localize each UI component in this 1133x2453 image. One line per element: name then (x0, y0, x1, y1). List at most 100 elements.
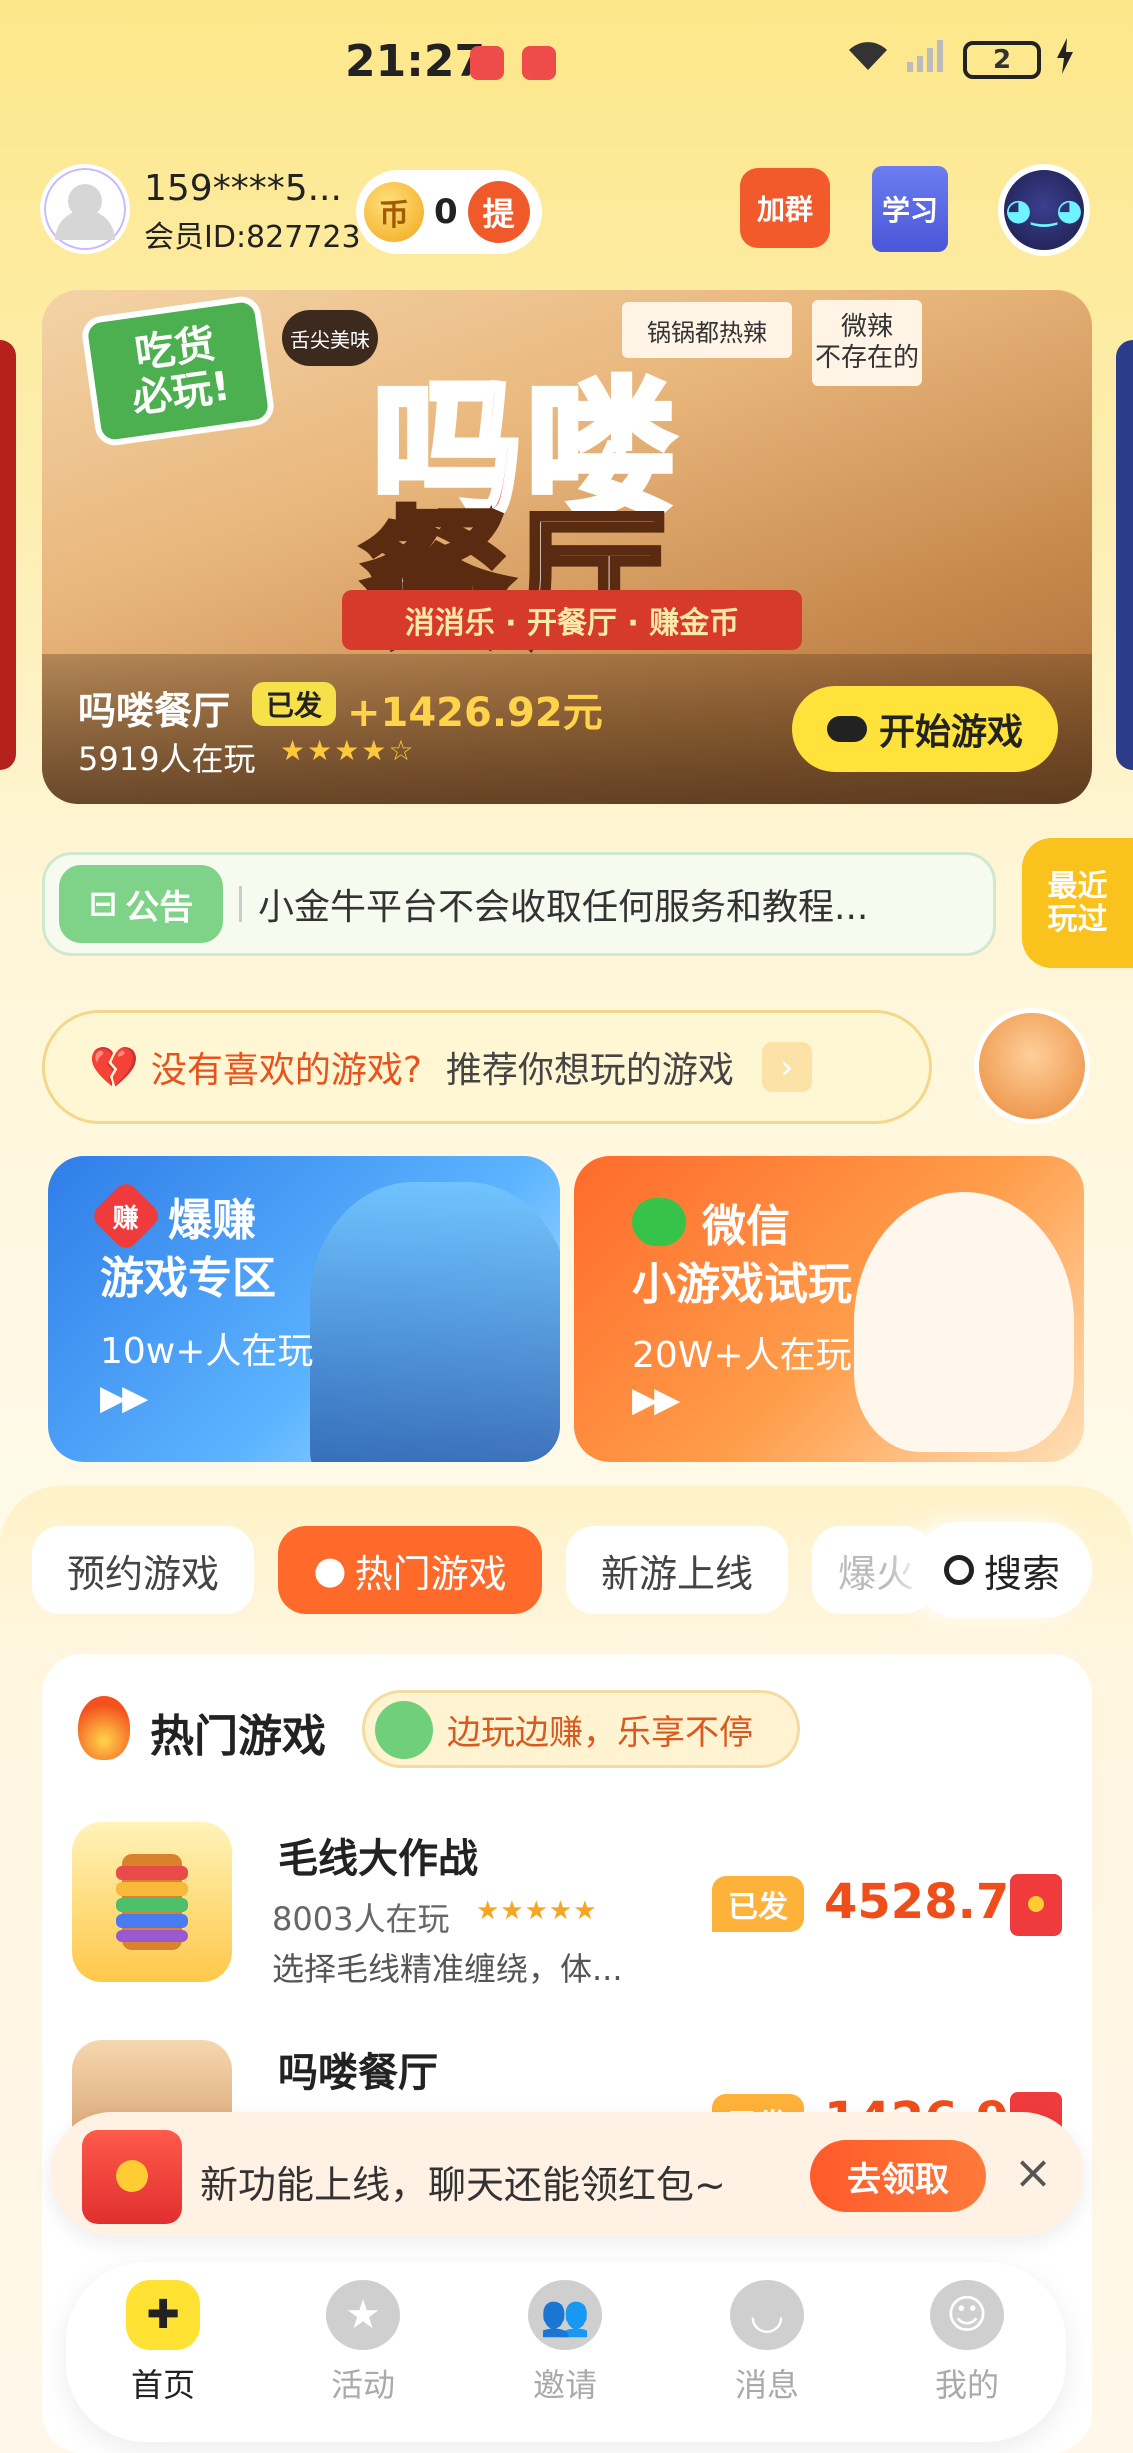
coin-value: 0 (434, 192, 458, 232)
card-player-count: 20W+人在玩 (632, 1335, 852, 1376)
status-time: 21:27 (345, 36, 486, 87)
battery-icon: 2 (963, 41, 1041, 79)
section-title: 热门游戏 (150, 1711, 326, 1762)
recommend-game-bar[interactable]: 💔 没有喜欢的游戏? 推荐你想玩的游戏 › (42, 1010, 932, 1124)
announcement-label: 公告 (125, 887, 194, 928)
recommend-question: 没有喜欢的游戏? (150, 1050, 422, 1091)
paid-badge: 已发 (252, 682, 337, 726)
battery-level: 2 (992, 45, 1012, 75)
invite-icon: 👥 (528, 2280, 602, 2350)
broken-heart-icon: 💔 (89, 1044, 139, 1091)
withdraw-icon[interactable]: 提 (467, 181, 530, 243)
search-label: 搜索 (983, 1551, 1060, 1596)
section-slogan: 边玩边赚，乐享不停 (362, 1690, 800, 1768)
slogan-text: 边玩边赚，乐享不停 (447, 1712, 753, 1753)
gamepad-icon: ✚ (126, 2280, 200, 2350)
red-packet-icon (1010, 1874, 1062, 1936)
rating-stars: ★★★★☆ (280, 734, 416, 767)
nav-messages[interactable]: ◡ 消息 (702, 2280, 832, 2430)
red-envelope-icon (82, 2130, 182, 2224)
search-button[interactable]: 搜索 (912, 1522, 1092, 1618)
game-name[interactable]: 毛线大作战 (278, 1826, 478, 1884)
banner-art-sign: 舌尖美味 (282, 310, 378, 366)
join-group-button[interactable]: 加群 (740, 168, 830, 248)
flame-icon: ● (313, 1548, 347, 1592)
card-player-count: 10w+人在玩 (100, 1331, 314, 1372)
game-description: 选择毛线精准缠绕，体... (272, 1950, 623, 1988)
start-game-label: 开始游戏 (878, 712, 1023, 753)
divider (239, 886, 242, 922)
robot-assistant-icon[interactable]: ◕‿◕ (998, 164, 1090, 256)
nav-profile[interactable]: ☺ 我的 (902, 2280, 1032, 2430)
gamepad-icon (826, 716, 867, 742)
status-icons: 2 (845, 38, 1075, 82)
user-avatar[interactable] (40, 164, 130, 254)
charging-icon (1055, 38, 1075, 82)
coin-balance[interactable]: 币 0 提 (356, 170, 542, 254)
search-icon (943, 1555, 974, 1585)
nav-label: 我的 (934, 2366, 999, 2404)
game-player-count: 8003人在玩 (272, 1900, 450, 1938)
announcement-bar[interactable]: ⊟ 公告 小金牛平台不会收取任何服务和教程... (42, 852, 996, 956)
chevron-right-icon: › (761, 1042, 812, 1092)
paid-badge: 已发 (712, 1876, 804, 1932)
explorer-mascot-icon[interactable] (974, 1008, 1090, 1124)
carousel-next-peek[interactable] (1116, 340, 1133, 770)
nav-invite[interactable]: 👥 邀请 (500, 2280, 630, 2430)
smile-icon: ☺ (930, 2280, 1004, 2350)
star-icon: ★ (326, 2280, 400, 2350)
announcement-tag: ⊟ 公告 (59, 865, 223, 943)
banner-game-title: 吗喽餐厅 (78, 689, 231, 733)
recently-played-tab[interactable]: 最近 玩过 (1022, 838, 1133, 968)
tab-reserve-games[interactable]: 预约游戏 (32, 1526, 254, 1614)
banner-art-ribbon: 消消乐 · 开餐厅 · 赚金币 (342, 590, 802, 650)
mascot-avatar (375, 1701, 433, 1759)
hero-character-illustration (310, 1182, 560, 1462)
recommend-prompt: 推荐你想玩的游戏 (445, 1050, 734, 1091)
member-id: 会员ID:827723 (144, 220, 361, 255)
wechat-icon (632, 1198, 686, 1246)
app-notification-icon (470, 46, 504, 80)
announcement-text: 小金牛平台不会收取任何服务和教程... (258, 887, 869, 928)
card-title: 爆赚 (168, 1195, 256, 1246)
tab-new-games[interactable]: 新游上线 (566, 1526, 788, 1614)
game-name[interactable]: 吗喽餐厅 (278, 2040, 438, 2098)
nav-label: 活动 (330, 2366, 395, 2404)
carousel-prev-peek[interactable] (0, 340, 16, 770)
tab-hot-games[interactable]: ● 热门游戏 (278, 1526, 542, 1614)
rating-stars: ★★★★★ (476, 1896, 598, 1926)
lucky-cat-illustration (854, 1192, 1074, 1452)
wechat-games-card[interactable]: 微信 小游戏试玩 20W+人在玩 ▶▶ (574, 1156, 1084, 1462)
banner-art-badge: 吃货 必玩! (79, 294, 277, 448)
app-notification-icon (522, 46, 556, 80)
card-title: 小游戏试玩 (632, 1259, 852, 1310)
claim-button[interactable]: 去领取 (810, 2140, 986, 2212)
toast-message: 新功能上线，聊天还能领红包~ (200, 2163, 726, 2207)
banner-amount: +1426.92元 (347, 690, 603, 736)
fire-icon (78, 1696, 130, 1760)
card-title: 游戏专区 (100, 1253, 276, 1304)
close-icon[interactable]: × (1010, 2149, 1056, 2198)
briefcase-icon: ⊟ (88, 884, 118, 924)
banner-player-count: 5919人在玩 (78, 740, 256, 778)
wifi-icon (845, 38, 891, 82)
card-title: 微信 (702, 1201, 790, 1252)
tab-label: 热门游戏 (354, 1551, 507, 1596)
study-button[interactable]: 学习 (872, 166, 948, 252)
double-chevron-icon: ▶▶ (632, 1380, 680, 1420)
nav-label: 首页 (130, 2366, 195, 2404)
nav-activity[interactable]: ★ 活动 (298, 2280, 428, 2430)
featured-game-banner[interactable]: 吃货 必玩! 舌尖美味 锅锅都热辣 微辣 不存在的 吗喽 餐厅 消消乐 · 开餐… (42, 290, 1092, 804)
message-icon: ◡ (730, 2280, 804, 2350)
start-game-button[interactable]: 开始游戏 (792, 686, 1058, 772)
coin-icon: 币 (364, 182, 424, 242)
yarn-game-icon[interactable] (72, 1822, 232, 1982)
signal-icon (905, 38, 949, 82)
double-chevron-icon: ▶▶ (100, 1378, 148, 1418)
user-phone: 159****5... (144, 168, 342, 209)
nav-home[interactable]: ✚ 首页 (98, 2280, 228, 2430)
banner-art-sign: 微辣 不存在的 (812, 300, 922, 386)
nav-label: 邀请 (532, 2366, 597, 2404)
earn-games-card[interactable]: 赚 爆赚 游戏专区 10w+人在玩 ▶▶ (48, 1156, 560, 1462)
nav-label: 消息 (734, 2366, 799, 2404)
